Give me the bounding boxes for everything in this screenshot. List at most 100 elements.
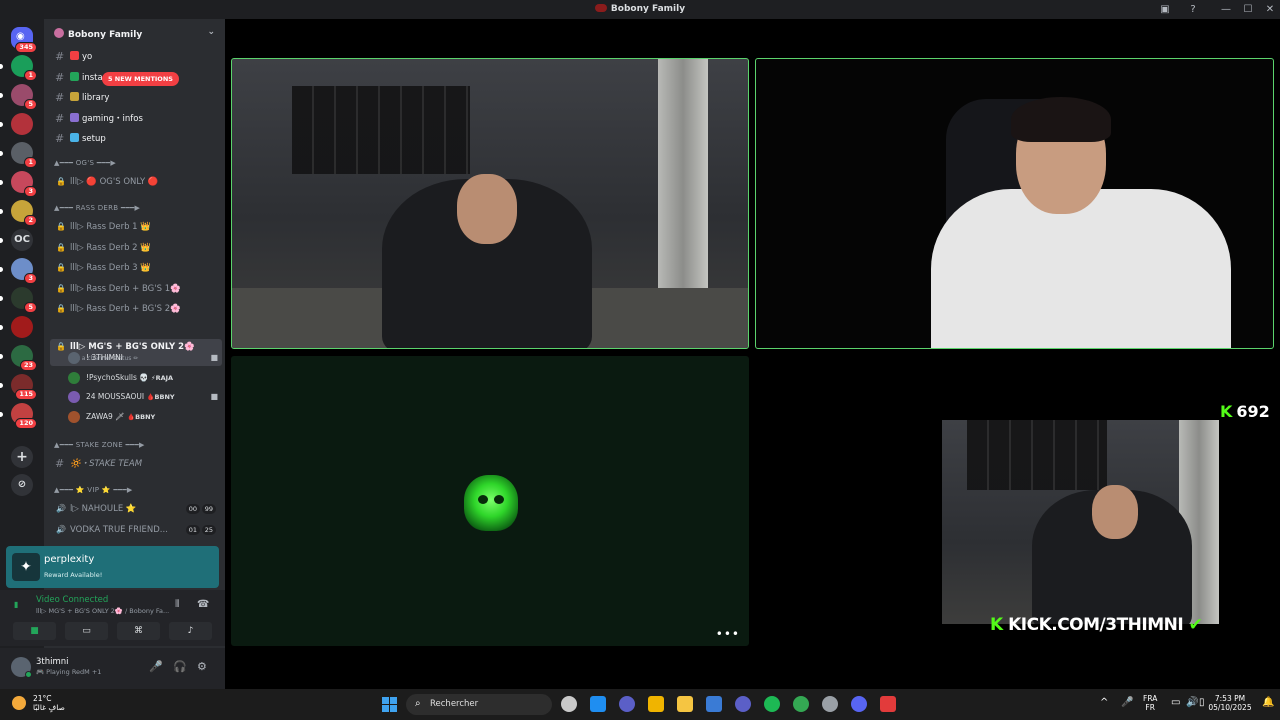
headphones-icon[interactable]: 🎧 <box>173 660 187 673</box>
text-channel[interactable]: ▶#library <box>50 89 222 107</box>
server-icon[interactable]: 120 <box>0 403 37 429</box>
screen-share-button[interactable]: ▭ <box>65 622 108 640</box>
camera-button[interactable]: ■ <box>13 622 56 640</box>
category-vip[interactable]: ▲━━━ ⭐ VIP ⭐ ━━━▶ <box>54 486 133 494</box>
guild-header[interactable]: Bobony Family ⌄ <box>44 19 225 49</box>
settings-gear-icon[interactable]: ⚙ <box>197 660 207 673</box>
server-icon[interactable]: 2 <box>0 200 37 226</box>
server-icon[interactable]: 3 <box>0 171 37 197</box>
microphone-icon[interactable]: 🎤 <box>149 660 163 673</box>
notification-bell-icon[interactable]: 🔔 <box>1262 697 1274 708</box>
taskbar-app-icon[interactable] <box>648 696 664 712</box>
category-stake-zone[interactable]: ▲━━━ STAKE ZONE ━━━▶ <box>54 441 145 449</box>
taskbar-app-icon[interactable] <box>851 696 867 712</box>
unread-pill <box>0 354 3 359</box>
username[interactable]: 3thimni <box>36 657 69 667</box>
voice-user[interactable]: ZAWA9 🗡 🩸BBNY <box>68 408 218 426</box>
channel-stake-team[interactable]: # 🔆・STAKE TEAM <box>50 455 222 473</box>
avatar <box>68 371 80 384</box>
taskbar-app-icon[interactable] <box>793 696 809 712</box>
voice-location[interactable]: lll▷ MG'S + BG'S ONLY 2🌸 / Bobony Fa... <box>36 607 169 615</box>
online-status-dot <box>25 671 32 678</box>
server-icon[interactable]: 1 <box>0 142 37 168</box>
voice-user[interactable]: !PsychoSkulls 💀 ⚡RAJA <box>68 369 218 387</box>
add-server-button[interactable]: + <box>11 446 33 468</box>
video-tile-streamer[interactable] <box>755 58 1274 349</box>
mention-badge: 5 <box>24 302 37 313</box>
video-tile-room[interactable] <box>231 58 749 349</box>
voice-channel[interactable]: 🔒 lll▷ Rass Derb 1 👑 <box>50 218 222 236</box>
voice-channel[interactable]: 🔒 lll▷ Rass Derb 3 👑 <box>50 259 222 277</box>
taskbar-app-icon[interactable] <box>561 696 577 712</box>
disconnect-icon[interactable]: ☎ <box>197 599 209 610</box>
stream-overlay-cam <box>942 420 1219 624</box>
help-icon[interactable]: ? <box>1186 3 1200 16</box>
server-icon[interactable] <box>0 316 33 338</box>
taskbar-app-icon[interactable] <box>677 696 693 712</box>
volume-icon[interactable]: 🔊 <box>1186 697 1198 708</box>
activity-button[interactable]: ⌘ <box>117 622 160 640</box>
kick-logo-icon: K <box>1220 402 1233 421</box>
server-icon[interactable]: 115 <box>0 374 37 400</box>
microphone-icon[interactable]: 🎤 <box>1121 697 1133 708</box>
voice-channel[interactable]: 🔒 lll▷ Rass Derb 2 👑 <box>50 239 222 257</box>
more-options-icon[interactable]: ••• <box>716 627 740 641</box>
voice-user[interactable]: 24 MOUSSAOUI 🩸BBNY ■ <box>68 388 218 406</box>
taskbar-app-icon[interactable] <box>706 696 722 712</box>
server-icon[interactable]: OC <box>0 229 33 251</box>
text-channel[interactable]: ▶#yo <box>50 48 222 66</box>
inbox-icon[interactable]: ▣ <box>1158 3 1172 16</box>
chevron-down-icon[interactable]: ⌄ <box>207 27 215 37</box>
language-indicator[interactable]: FRA FR <box>1143 694 1157 712</box>
speaker-lock-icon: 🔒 <box>56 304 66 313</box>
perplexity-reward-popup[interactable]: ✦ perplexity Reward Available! <box>6 546 219 588</box>
server-icon[interactable]: 3 <box>0 258 37 284</box>
voice-channel[interactable]: 🔒 lll▷ Rass Derb + BG'S 2🌸 <box>50 300 222 318</box>
minimize-button[interactable]: — <box>1219 3 1233 16</box>
close-button[interactable]: ✕ <box>1263 3 1277 16</box>
battery-icon[interactable]: ▯ <box>1199 697 1205 708</box>
taskbar-app-icon[interactable] <box>822 696 838 712</box>
category-ogs[interactable]: ▲━━━ OG'S ━━━▶ <box>54 159 116 167</box>
poster-wall <box>292 86 470 174</box>
text-channel[interactable]: ▶#setup <box>50 130 222 148</box>
person-shirt <box>931 189 1231 348</box>
noise-suppression-icon[interactable]: ⦀ <box>175 599 179 610</box>
voice-channel[interactable]: 🔊 VODKA TRUE FRIEND... 01 25 <box>50 521 222 539</box>
user-panel: 3thimni 🎮 Playing RedM +1 🎤 🎧 ⚙ <box>0 648 225 689</box>
hash-icon: # <box>55 457 65 470</box>
voice-channel[interactable]: 🔒 lll▷ Rass Derb + BG'S 1🌸 <box>50 280 222 298</box>
hash-icon: # <box>55 50 65 63</box>
voice-connection-panel: ▮ Video Connected lll▷ MG'S + BG'S ONLY … <box>0 590 225 646</box>
taskbar-app-icon[interactable] <box>590 696 606 712</box>
new-mentions-pill[interactable]: 5 NEW MENTIONS <box>102 72 179 86</box>
server-icon[interactable]: 23 <box>0 345 37 371</box>
soundboard-button[interactable]: ♪ <box>169 622 212 640</box>
taskbar-app-icon[interactable] <box>735 696 751 712</box>
mention-badge: 3 <box>24 186 37 197</box>
category-rass-derb[interactable]: ▲━━━ RASS DERB ━━━▶ <box>54 204 140 212</box>
taskbar-app-icon[interactable] <box>619 696 635 712</box>
home-button[interactable]: ◉ 345 <box>11 27 37 53</box>
voice-channel[interactable]: 🔊 l▷ NAHOULE ⭐ 00 99 <box>50 500 222 518</box>
text-channel[interactable]: ▶#gaming・infos <box>50 110 222 128</box>
start-button[interactable] <box>382 697 397 712</box>
channel-og-only[interactable]: 🔒 lll▷ 🔴 OG'S ONLY 🔴 <box>50 173 222 191</box>
chevron-up-icon[interactable]: ^ <box>1100 697 1108 708</box>
server-icon[interactable]: 1 <box>0 55 37 81</box>
voice-user[interactable]: ! 3THIMNI ■ <box>68 349 218 367</box>
server-icon[interactable]: 5 <box>0 84 37 110</box>
taskbar-search[interactable]: ⌕ Rechercher <box>406 694 552 715</box>
unread-pill <box>0 412 3 417</box>
video-tile-avatar[interactable]: ••• <box>231 356 749 646</box>
server-icon[interactable] <box>0 113 33 135</box>
discover-button[interactable]: ⊘ <box>11 474 33 496</box>
network-icon[interactable]: ▭ <box>1171 697 1180 708</box>
voice-status[interactable]: Video Connected <box>36 595 108 605</box>
perplexity-icon: ✦ <box>12 553 40 581</box>
server-icon[interactable]: 5 <box>0 287 37 313</box>
maximize-button[interactable]: ☐ <box>1241 3 1255 16</box>
taskbar-app-icon[interactable] <box>764 696 780 712</box>
taskbar-app-icon[interactable] <box>880 696 896 712</box>
clock[interactable]: 7:53 PM 05/10/2025 <box>1206 694 1254 712</box>
